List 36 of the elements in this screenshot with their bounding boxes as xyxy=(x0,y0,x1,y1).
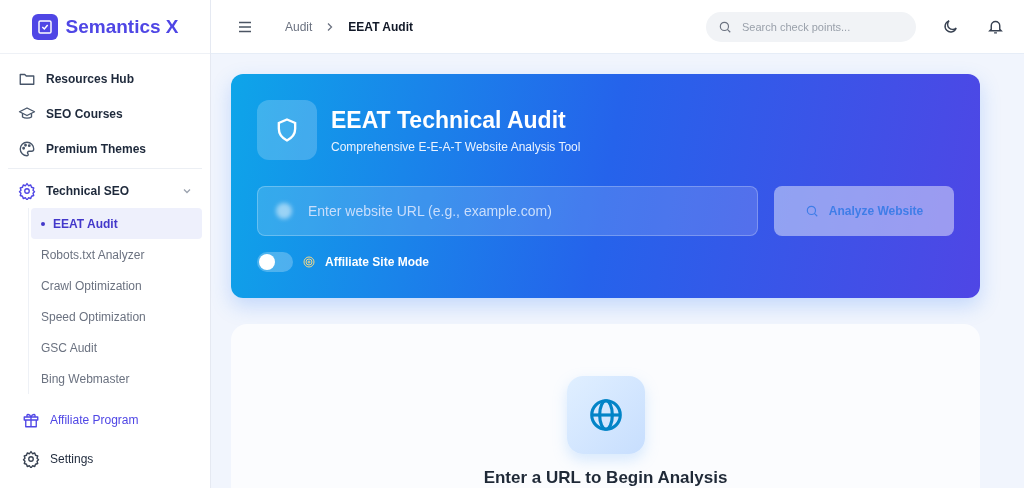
target-icon xyxy=(303,256,315,268)
url-field[interactable]: Enter website URL (e.g., example.com) xyxy=(257,186,758,236)
logo-icon xyxy=(31,13,58,40)
sidebar-group[interactable]: Technical SEO xyxy=(8,173,202,208)
hero-subtitle: Comprehensive E-E-A-T Website Analysis Tool xyxy=(331,139,581,154)
sidebar-item[interactable]: SEO Courses xyxy=(8,96,202,132)
gear-icon xyxy=(22,449,40,468)
empty-state-title: Enter a URL to Begin Analysis xyxy=(483,468,728,488)
moon-icon[interactable] xyxy=(942,18,959,35)
sidebar-subitem[interactable]: EEAT Audit xyxy=(31,208,202,239)
sidebar-subitem[interactable]: Robots.txt Analyzer xyxy=(31,239,202,270)
sidebar-subitem[interactable]: Bing Webmaster xyxy=(31,363,202,394)
search-input[interactable]: Search check points... xyxy=(740,19,904,34)
palette-icon xyxy=(18,139,36,158)
hero-title: EEAT Technical Audit xyxy=(331,106,567,134)
search-icon xyxy=(718,19,732,34)
breadcrumb-item[interactable]: Audit xyxy=(285,19,313,34)
chevron-icon xyxy=(326,21,335,32)
toggle-label: Affiliate Site Mode xyxy=(325,255,429,269)
sidebar-footer-item[interactable]: Affiliate Program xyxy=(12,400,198,439)
sidebar-subitem[interactable]: Speed Optimization xyxy=(31,301,202,332)
globe-icon xyxy=(566,376,645,454)
bell-icon[interactable] xyxy=(987,18,1004,35)
sidebar-item[interactable]: Resources Hub xyxy=(8,62,202,97)
sidebar-subitem[interactable]: GSC Audit xyxy=(31,332,202,363)
sidebar-subitem[interactable]: Crawl Optimization xyxy=(31,270,202,301)
sidebar-item[interactable]: Premium Themes xyxy=(8,131,202,167)
breadcrumb-item: EEAT Audit xyxy=(348,19,414,34)
url-input[interactable]: Enter website URL (e.g., example.com) xyxy=(306,202,739,220)
search-field[interactable]: Search check points... xyxy=(706,11,916,42)
gear-icon xyxy=(18,181,36,200)
toggle-switch[interactable] xyxy=(257,252,293,272)
brand-name: Semantics X xyxy=(65,15,179,38)
shield-icon xyxy=(257,100,317,160)
sidebar-footer-item[interactable]: Settings xyxy=(12,439,198,478)
search-icon xyxy=(804,204,819,218)
